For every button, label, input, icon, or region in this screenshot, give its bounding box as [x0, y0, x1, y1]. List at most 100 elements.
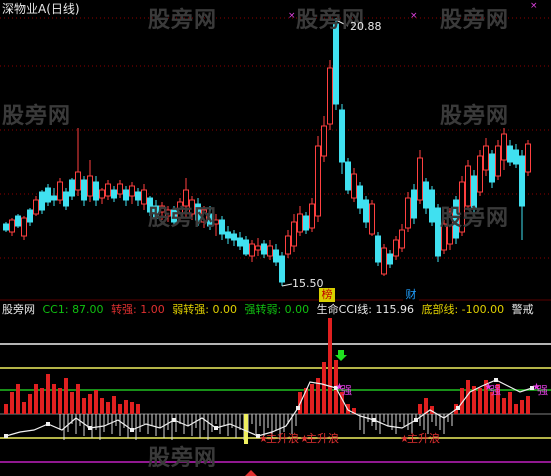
candle-body [519, 155, 525, 207]
candle-body [285, 235, 291, 255]
cci-point [172, 418, 176, 422]
candle-body [339, 109, 345, 163]
high-price-label: 20.88 [350, 20, 382, 33]
candle-body [369, 203, 375, 235]
histogram-bar [46, 374, 50, 414]
candle-body [87, 175, 93, 197]
candle-body [489, 153, 495, 183]
cai-badge[interactable]: 财 [403, 288, 419, 302]
indicator-values-row: 股旁网 CC1: 87.00 转强: 1.00 弱转强: 0.00 强转弱: 0… [2, 303, 538, 317]
indicator-life-cci: 生命CCI线: 115.96 [316, 303, 414, 316]
candlestick-chart[interactable]: × ××★ ★ ★★ ★ ★ [0, 0, 551, 476]
cci-point [130, 428, 134, 432]
cci-point [88, 426, 92, 430]
yellow-marker-bar [244, 414, 248, 444]
candle-body [327, 67, 333, 125]
histogram-bar [112, 396, 116, 414]
candle-body [99, 189, 105, 199]
candle-body [507, 145, 513, 163]
candle-body [105, 183, 111, 197]
candle-body [393, 239, 399, 257]
candle-body [21, 217, 27, 237]
histogram-bar [130, 402, 134, 414]
candle-body [351, 173, 357, 199]
cross-marker: × [288, 11, 296, 21]
candle-body [63, 191, 69, 207]
histogram-bar [10, 392, 14, 414]
histogram-bar [418, 404, 422, 414]
candle-body [297, 213, 303, 233]
histogram-bar [478, 388, 482, 414]
indicator-warning: 警戒 [511, 303, 534, 316]
histogram-bar [136, 404, 140, 414]
rise-signal-tag: 主升浪 [306, 432, 339, 445]
watermark: 股旁网 [2, 104, 72, 129]
cci-point [414, 418, 418, 422]
histogram-bar [58, 388, 62, 414]
histogram-bar [118, 404, 122, 414]
histogram-bar [94, 390, 98, 414]
candle-body [387, 253, 393, 265]
chart-window[interactable]: × × × ★ ★ ★ ★ ★ ★ 股旁网 股旁网 股旁网 股旁网 股旁网 股旁网 股旁网 股旁… [0, 0, 551, 476]
candle-body [525, 143, 531, 173]
candle-body [39, 191, 45, 211]
histogram-bar [322, 362, 326, 414]
candle-body [273, 249, 279, 263]
candle-body [483, 145, 489, 171]
histogram-bar [526, 396, 530, 414]
cci-point [494, 378, 498, 382]
candle-body [57, 181, 63, 201]
candle-body [135, 191, 141, 201]
bang-badge[interactable]: 榜 [319, 288, 335, 302]
watermark: 股旁网 [148, 446, 218, 471]
histogram-bar [4, 404, 8, 414]
down-arrow-icon [335, 350, 347, 361]
candle-body [261, 243, 267, 255]
indicator-name[interactable]: 股旁网 [2, 303, 35, 316]
candle-body [411, 189, 417, 219]
candle-body [93, 181, 99, 201]
candle-body [111, 189, 117, 199]
candle-body [399, 229, 405, 249]
candle-body [303, 215, 309, 231]
candle-body [417, 157, 423, 201]
cci-point [4, 434, 8, 438]
cross-marker: × [410, 11, 418, 21]
chart-title: 深物业A(日线) [2, 2, 80, 16]
candle-body [231, 233, 237, 241]
candle-body [363, 199, 369, 223]
indicator-cc1: CC1: 87.00 [42, 303, 104, 316]
candle-body [27, 209, 33, 223]
histogram-bar [328, 318, 332, 414]
cci-point [46, 422, 50, 426]
candle-body [15, 215, 21, 227]
histogram-bar [124, 400, 128, 414]
histogram-bar [88, 394, 92, 414]
candle-body [249, 243, 255, 257]
indicator-qiangzhuanruo: 强转弱: 0.00 [244, 303, 310, 316]
candle-body [237, 237, 243, 247]
candle-body [375, 235, 381, 263]
watermark: 股旁网 [148, 206, 218, 231]
indicator-ruozhuanqiang: 弱转强: 0.00 [172, 303, 237, 316]
candle-body [81, 179, 87, 201]
strong-signal-tag: 强 [341, 384, 352, 397]
candle-body [477, 155, 483, 193]
cci-point [296, 406, 300, 410]
strong-signal-tag: 强 [490, 384, 501, 397]
histogram-bar [520, 400, 524, 414]
watermark: 股旁网 [148, 8, 218, 33]
rise-signal-tag: 主升浪 [266, 432, 299, 445]
histogram-bar [64, 378, 68, 414]
candle-body [357, 185, 363, 209]
low-marker [281, 283, 293, 287]
candle-body [405, 197, 411, 229]
candle-body [45, 187, 51, 203]
candle-body [33, 199, 39, 215]
candle-body [117, 183, 123, 195]
candle-body [315, 145, 321, 217]
cci-point [456, 406, 460, 410]
histogram-bar [28, 394, 32, 414]
candle-body [429, 189, 435, 223]
candle-body [333, 23, 339, 105]
